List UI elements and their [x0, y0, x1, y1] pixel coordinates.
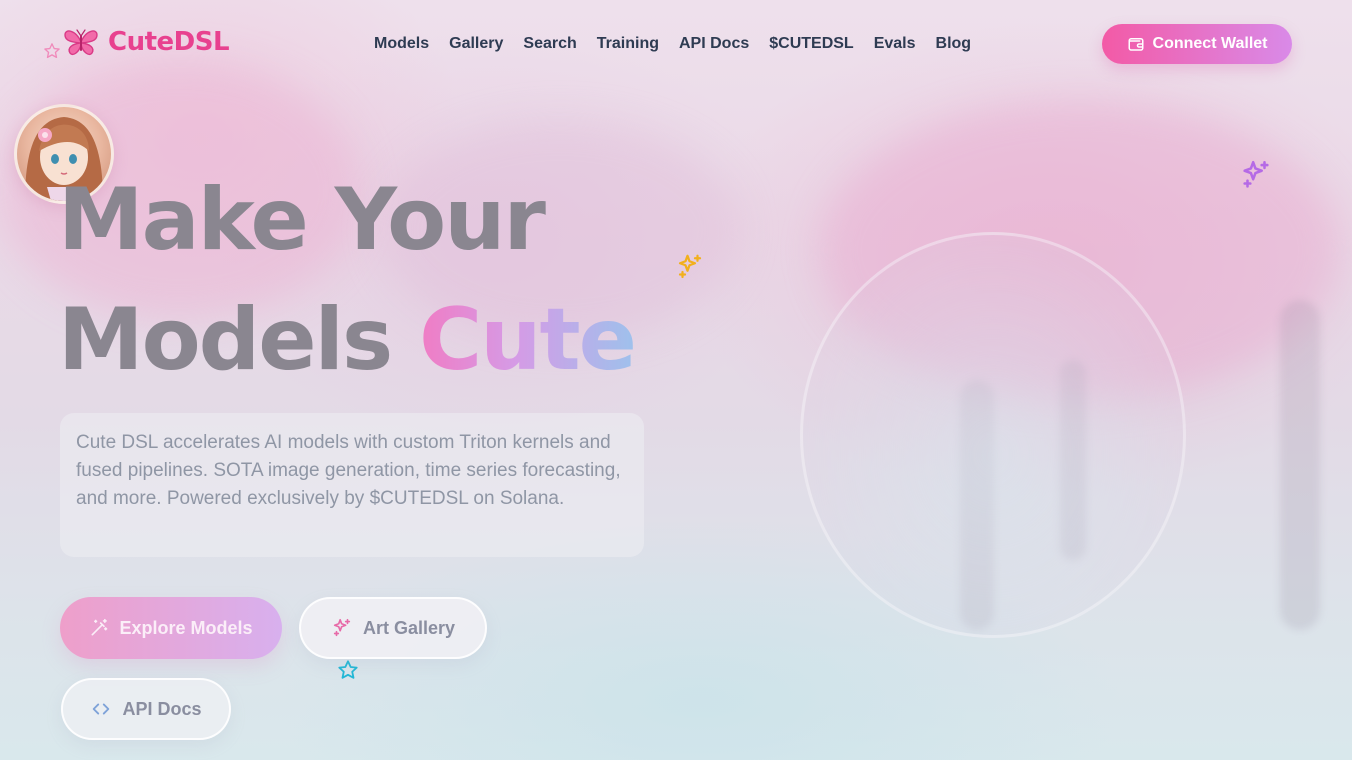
star-outline-icon [338, 660, 358, 679]
background-portal [800, 232, 1186, 638]
nav-link-gallery[interactable]: Gallery [449, 33, 503, 55]
butterfly-icon [64, 29, 98, 56]
hero-title: Make Your Models Cute [58, 160, 637, 400]
api-docs-label: API Docs [122, 698, 202, 719]
explore-models-button[interactable]: Explore Models [60, 597, 282, 659]
art-gallery-button[interactable]: Art Gallery [299, 597, 487, 659]
api-docs-button[interactable]: API Docs [61, 678, 231, 740]
hero-title-line-1: Make Your [58, 170, 546, 270]
brand-logo[interactable]: CuteDSL [62, 26, 230, 58]
nav-link-models[interactable]: Models [374, 33, 429, 55]
sparkles-icon [678, 254, 702, 279]
sparkles-icon [1243, 160, 1269, 188]
nav-link-search[interactable]: Search [523, 33, 576, 55]
nav-link-evals[interactable]: Evals [874, 33, 916, 55]
connect-wallet-label: Connect Wallet [1152, 35, 1268, 52]
hero-title-accent: Cute [419, 290, 637, 390]
top-navigation: CuteDSL Models Gallery Search Training A… [0, 0, 1352, 88]
background-tree-trunk [1280, 300, 1320, 630]
hero-title-line-2: Models [58, 290, 393, 390]
magic-wand-icon [91, 618, 108, 636]
wallet-icon [1128, 38, 1144, 51]
art-gallery-label: Art Gallery [362, 617, 456, 638]
connect-wallet-button[interactable]: Connect Wallet [1102, 24, 1292, 64]
nav-link-training[interactable]: Training [597, 33, 659, 55]
hero-description: Cute DSL accelerates AI models with cust… [60, 413, 644, 557]
nav-link-api-docs[interactable]: API Docs [679, 33, 749, 55]
nav-link-blog[interactable]: Blog [936, 33, 972, 55]
explore-models-label: Explore Models [119, 617, 253, 638]
code-icon [93, 703, 110, 715]
sparkles-icon [333, 618, 351, 637]
nav-links: Models Gallery Search Training API Docs … [374, 33, 991, 55]
star-outline-icon [44, 43, 60, 59]
nav-link-token[interactable]: $CUTEDSL [769, 33, 853, 55]
brand-name: CuteDSL [108, 27, 230, 57]
